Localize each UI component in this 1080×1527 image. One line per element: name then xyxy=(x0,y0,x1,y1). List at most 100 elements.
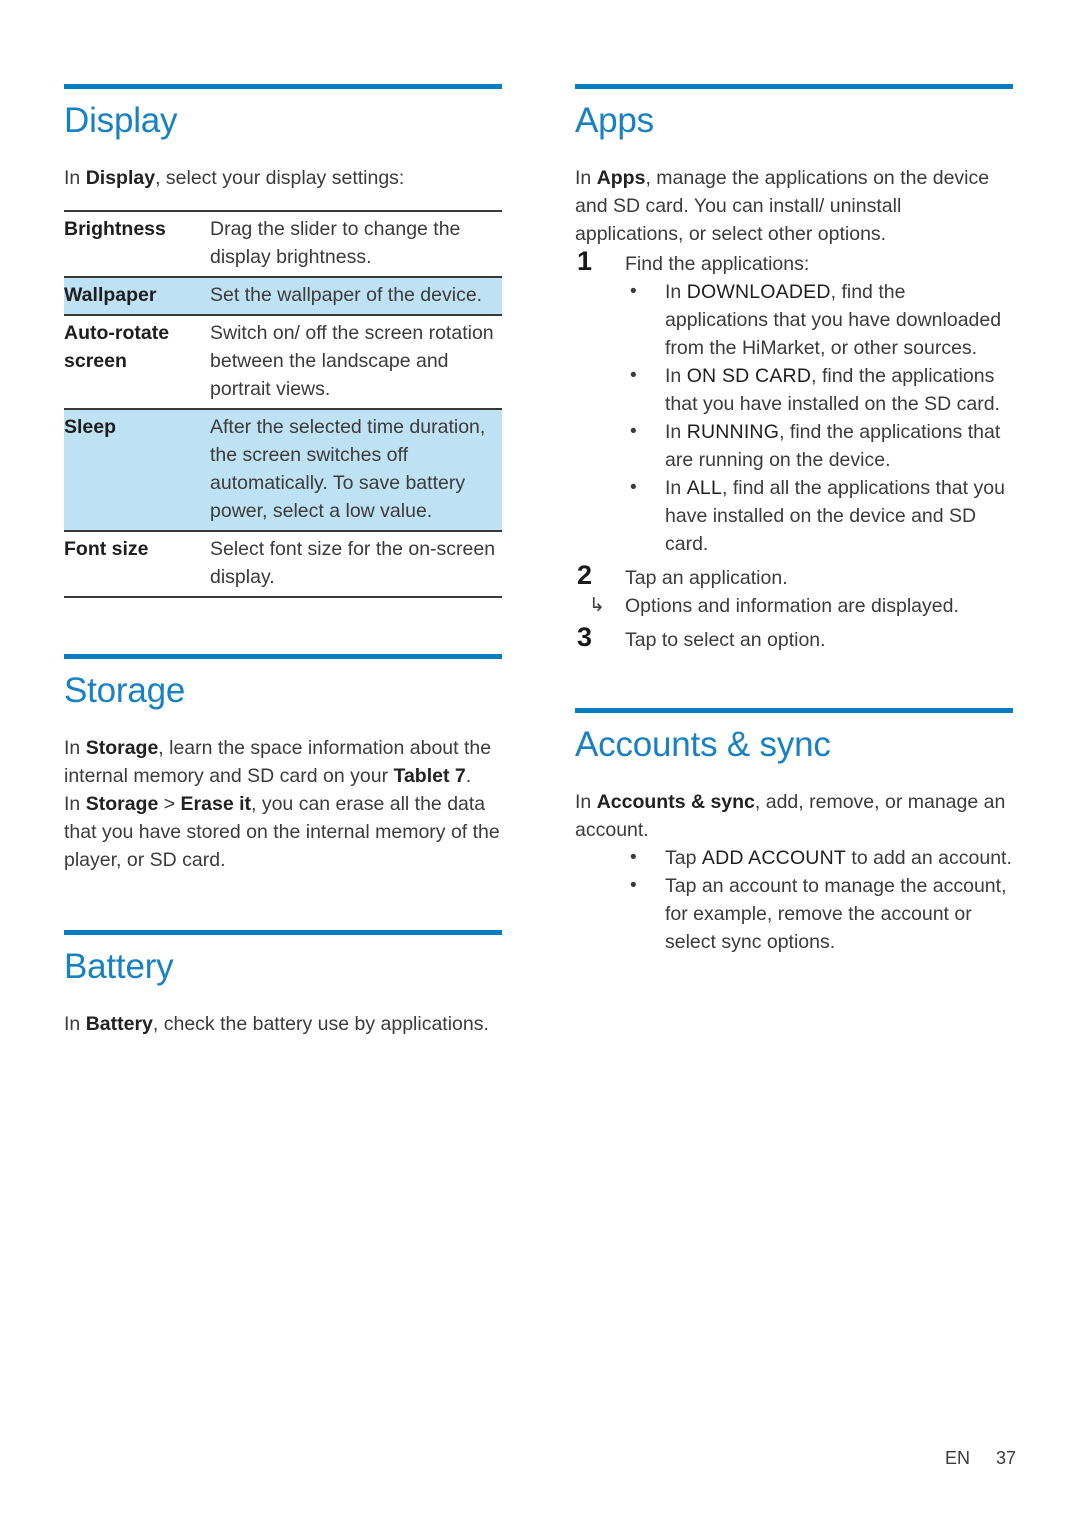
section-rule xyxy=(575,84,1013,89)
table-cell-definition: Select font size for the on-screen displ… xyxy=(210,530,502,598)
substep-result: ↳ Options and information are displayed. xyxy=(575,592,1013,620)
text-run: > xyxy=(158,793,181,815)
text-run: . xyxy=(465,765,472,787)
table-cell-definition: Set the wallpaper of the device. xyxy=(210,276,502,316)
table-row: Auto-rotate screen Switch on/ off the sc… xyxy=(64,314,502,410)
text-run-bold: Tablet 7 xyxy=(393,765,466,787)
step-number: 2 xyxy=(577,560,593,590)
storage-paragraph-2: In Storage > Erase it, you can erase all… xyxy=(64,790,502,874)
section-accounts-sync: Accounts & sync In Accounts & sync, add,… xyxy=(575,708,1013,956)
text-run: to add an account. xyxy=(846,847,1012,869)
section-apps: Apps In Apps, manage the applications on… xyxy=(575,84,1013,654)
display-settings-table: Brightness Drag the slider to change the… xyxy=(64,210,502,598)
page-title-storage: Storage xyxy=(64,671,186,710)
list-item-step: 3 Tap to select an option. xyxy=(575,622,1013,654)
list-item: • In RUNNING, find the applications that … xyxy=(575,418,1013,474)
page-title-display: Display xyxy=(64,101,178,140)
page-title-apps: Apps xyxy=(575,101,654,140)
footer-page-number: 37 xyxy=(995,1448,1016,1468)
section-battery: Battery In Battery, check the battery us… xyxy=(64,930,502,1038)
table-cell-term: Brightness xyxy=(64,210,210,278)
list-item-step: 2 Tap an application. xyxy=(575,560,1013,592)
table-row: Wallpaper Set the wallpaper of the devic… xyxy=(64,276,502,316)
text-run-bold: Storage xyxy=(85,793,159,815)
display-intro-lead: In xyxy=(64,167,86,189)
table-cell-term: Auto-rotate screen xyxy=(64,314,210,410)
list-item: • In DOWNLOADED, find the applications th… xyxy=(575,278,1013,362)
step-text: Tap an application. xyxy=(625,567,788,589)
text-run: In xyxy=(575,791,597,813)
section-display: Display In Display, select your display … xyxy=(64,84,502,598)
text-run: In xyxy=(64,737,86,759)
text-run: In xyxy=(665,477,687,499)
apps-steps-list: 1 Find the applications: • In DOWNLOADED,… xyxy=(575,246,1013,654)
bullet-icon: • xyxy=(630,421,637,442)
text-run-bold: Apps xyxy=(596,167,646,189)
right-column: Apps In Apps, manage the applications on… xyxy=(575,84,1013,956)
bullet-icon: • xyxy=(630,365,637,386)
bullet-icon: • xyxy=(630,477,637,498)
footer-language: EN xyxy=(944,1448,970,1468)
text-run-caps: ADD ACCOUNT xyxy=(701,847,846,869)
list-item: • In ON SD CARD, find the applications th… xyxy=(575,362,1013,418)
text-run-caps: ON SD CARD xyxy=(686,365,812,387)
substep-text: Options and information are displayed. xyxy=(625,595,959,617)
section-rule xyxy=(64,654,502,659)
battery-paragraph: In Battery, check the battery use by app… xyxy=(64,1010,502,1038)
table-cell-term: Wallpaper xyxy=(64,276,210,316)
text-run: Tap xyxy=(665,847,702,869)
table-cell-term: Font size xyxy=(64,530,210,598)
page-title-battery: Battery xyxy=(64,947,174,986)
display-intro-bold: Display xyxy=(85,167,156,189)
section-rule xyxy=(64,84,502,89)
text-run-bold: Accounts & sync xyxy=(596,791,755,813)
storage-paragraph-1: In Storage, learn the space information … xyxy=(64,734,502,790)
bullet-icon: • xyxy=(630,875,637,896)
text-run: In xyxy=(64,793,86,815)
section-rule xyxy=(64,930,502,935)
text-run-bold: Erase it xyxy=(180,793,251,815)
step-number: 3 xyxy=(577,622,593,652)
left-column: Display In Display, select your display … xyxy=(64,84,502,1038)
apps-find-bullets: • In DOWNLOADED, find the applications th… xyxy=(575,278,1013,558)
section-storage: Storage In Storage, learn the space info… xyxy=(64,654,502,874)
text-run-bold: Battery xyxy=(85,1013,153,1035)
step-text: Tap to select an option. xyxy=(625,629,826,651)
table-cell-definition: Drag the slider to change the display br… xyxy=(210,210,502,278)
table-cell-definition: After the selected time duration, the sc… xyxy=(210,408,502,532)
text-run: , check the battery use by applications. xyxy=(152,1013,489,1035)
step-number: 1 xyxy=(577,246,593,276)
list-item: • In ALL, find all the applications that … xyxy=(575,474,1013,558)
text-run: In xyxy=(575,167,597,189)
manual-page: Display In Display, select your display … xyxy=(0,0,1080,1527)
list-item-step: 1 Find the applications: xyxy=(575,246,1013,278)
table-row: Sleep After the selected time duration, … xyxy=(64,408,502,532)
display-intro-paragraph: In Display, select your display settings… xyxy=(64,164,502,192)
bullet-icon: • xyxy=(630,847,637,868)
display-intro-rest: , select your display settings: xyxy=(155,167,405,189)
table-cell-term: Sleep xyxy=(64,408,210,532)
text-run: In xyxy=(665,365,687,387)
text-run: In xyxy=(665,421,687,443)
section-rule xyxy=(575,708,1013,713)
step-text: Find the applications: xyxy=(625,253,810,275)
bullet-icon: • xyxy=(630,281,637,302)
list-item: • Tap ADD ACCOUNT to add an account. xyxy=(575,844,1013,872)
text-run-bold: Storage xyxy=(85,737,159,759)
text-run: Tap an account to manage the account, fo… xyxy=(665,875,1007,953)
text-run: In xyxy=(665,281,687,303)
apps-intro-paragraph: In Apps, manage the applications on the … xyxy=(575,164,1013,248)
page-footer: EN 37 xyxy=(0,1448,1016,1469)
page-title-accounts-sync: Accounts & sync xyxy=(575,725,831,764)
text-run-caps: RUNNING xyxy=(686,421,780,443)
text-run: In xyxy=(64,1013,86,1035)
table-row: Font size Select font size for the on-sc… xyxy=(64,530,502,598)
accounts-bullets: • Tap ADD ACCOUNT to add an account. • Tap… xyxy=(575,844,1013,956)
text-run-caps: ALL xyxy=(686,477,722,499)
table-cell-definition: Switch on/ off the screen rotation betwe… xyxy=(210,314,502,410)
text-run-caps: DOWNLOADED xyxy=(686,281,831,303)
table-row: Brightness Drag the slider to change the… xyxy=(64,210,502,278)
